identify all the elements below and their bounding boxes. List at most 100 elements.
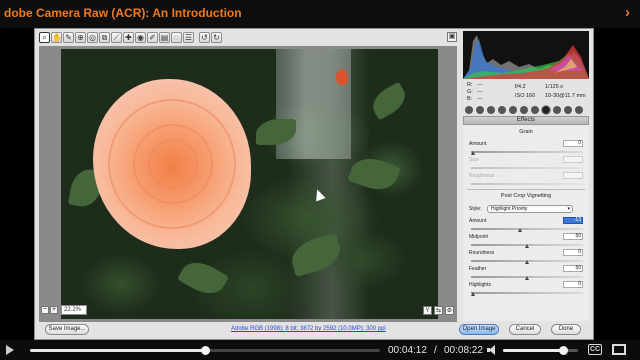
grain-amount-thumb[interactable] bbox=[471, 151, 475, 155]
cancel-button[interactable]: Cancel bbox=[509, 324, 541, 335]
swap-icon[interactable]: ⇆ bbox=[434, 306, 443, 315]
preview-area bbox=[39, 46, 457, 322]
target-adjust-icon[interactable]: ◎ bbox=[87, 32, 98, 43]
vignette-amount-slider[interactable] bbox=[471, 228, 583, 230]
adjustment-panel: R: --- G: --- B: --- f/4.2 1/125 s ISO 1… bbox=[460, 31, 592, 321]
preview-image[interactable] bbox=[61, 49, 438, 319]
open-image-button[interactable]: Open Image bbox=[459, 324, 499, 335]
rose-flower bbox=[93, 79, 251, 249]
white-balance-icon[interactable]: ✎ bbox=[63, 32, 74, 43]
vignette-style-value: Highlight Priority bbox=[491, 206, 528, 212]
tool-bar: ⌕ ✋ ✎ ⊕ ◎ ⧉ ⟋ ✚ ◉ ✐ ▤ ◌ ☰ ↺ ↻ bbox=[39, 31, 457, 45]
video-title: dobe Camera Raw (ACR): An Introduction bbox=[4, 6, 242, 20]
zoom-out-icon[interactable]: − bbox=[41, 306, 49, 314]
vignette-feather-field[interactable]: 50 bbox=[563, 265, 583, 272]
histogram-graph bbox=[463, 35, 589, 79]
video-progress-handle[interactable] bbox=[201, 346, 210, 355]
vignette-roundness-field[interactable]: 0 bbox=[563, 249, 583, 256]
r-value: --- bbox=[477, 82, 483, 88]
panel-tab-icon[interactable] bbox=[520, 106, 528, 114]
vignette-highlights-thumb[interactable] bbox=[471, 292, 475, 296]
vignette-roundness-thumb[interactable] bbox=[525, 260, 529, 264]
vignette-style-select[interactable]: Highlight Priority ▾ bbox=[487, 205, 573, 213]
grain-amount-label: Amount bbox=[469, 141, 487, 147]
color-sampler-icon[interactable]: ⊕ bbox=[75, 32, 86, 43]
panel-tab-icon[interactable] bbox=[564, 106, 572, 114]
leaf bbox=[367, 81, 411, 121]
video-title-bar: dobe Camera Raw (ACR): An Introduction › bbox=[0, 0, 640, 28]
save-image-button[interactable]: Save Image... bbox=[45, 324, 89, 335]
vignette-amount-thumb[interactable] bbox=[518, 228, 522, 232]
chevron-right-icon[interactable]: › bbox=[625, 4, 630, 21]
panel-tab-icon[interactable] bbox=[531, 106, 539, 114]
fullscreen-toggle-icon[interactable]: ▣ bbox=[447, 32, 457, 42]
grain-roughness-label: Roughness bbox=[469, 173, 495, 179]
leaf bbox=[176, 254, 230, 302]
leaf bbox=[287, 233, 345, 277]
dialog-footer: Save Image... Adobe RGB (1998); 8 bit; 3… bbox=[35, 321, 595, 341]
leaf bbox=[347, 152, 401, 196]
vignette-highlights-field[interactable]: 0 bbox=[563, 281, 583, 288]
done-button[interactable]: Done bbox=[551, 324, 581, 335]
settings-icon[interactable]: ⚙ bbox=[445, 306, 454, 315]
panel-tab-icon[interactable] bbox=[541, 105, 551, 115]
fullscreen-icon[interactable] bbox=[612, 344, 626, 355]
zoom-level-select[interactable]: 22.2% bbox=[61, 305, 87, 315]
zoom-icon[interactable]: ⌕ bbox=[39, 32, 50, 43]
before-after-icon[interactable]: Y bbox=[423, 306, 432, 315]
volume-handle[interactable] bbox=[559, 346, 568, 355]
play-icon[interactable] bbox=[6, 345, 14, 355]
grain-amount-field[interactable]: 0 bbox=[563, 140, 583, 147]
duration: 00:08:22 bbox=[444, 345, 483, 356]
focal-length-value: 10-30@11.7 mm bbox=[545, 93, 586, 99]
video-progress-bar[interactable] bbox=[30, 346, 380, 355]
vignette-midpoint-thumb[interactable] bbox=[525, 244, 529, 248]
hand-icon[interactable]: ✋ bbox=[51, 32, 62, 43]
video-controls: 00:04:12 / 00:08:22 CC bbox=[0, 340, 640, 360]
rose-bud bbox=[336, 69, 348, 85]
closed-captions-button[interactable]: CC bbox=[588, 344, 602, 355]
volume-icon[interactable] bbox=[487, 345, 496, 355]
shutter-value: 1/125 s bbox=[545, 84, 564, 90]
panel-tab-icon[interactable] bbox=[509, 106, 517, 114]
zoom-in-icon[interactable]: + bbox=[50, 306, 58, 314]
workflow-options-link[interactable]: Adobe RGB (1998); 8 bit; 3872 by 2592 (1… bbox=[231, 326, 386, 332]
panel-tab-icon[interactable] bbox=[476, 106, 484, 114]
preferences-icon[interactable]: ☰ bbox=[183, 32, 194, 43]
camera-info: R: --- G: --- B: --- f/4.2 1/125 s ISO 1… bbox=[463, 81, 589, 103]
panel-tab-icon[interactable] bbox=[498, 106, 506, 114]
volume-slider[interactable] bbox=[503, 346, 578, 355]
camera-raw-dialog: ⌕ ✋ ✎ ⊕ ◎ ⧉ ⟋ ✚ ◉ ✐ ▤ ◌ ☰ ↺ ↻ ▣ − + 22.2% Nikon 1 J1 :… bbox=[34, 28, 594, 340]
adjustment-brush-icon[interactable]: ✐ bbox=[147, 32, 158, 43]
radial-filter-icon[interactable]: ◌ bbox=[171, 32, 182, 43]
crop-icon[interactable]: ⧉ bbox=[99, 32, 110, 43]
section-divider bbox=[467, 189, 585, 190]
straighten-icon[interactable]: ⟋ bbox=[111, 32, 122, 43]
panel-tab-icon[interactable] bbox=[487, 106, 495, 114]
vignette-feather-thumb[interactable] bbox=[525, 276, 529, 280]
rotate-cw-icon[interactable]: ↻ bbox=[211, 32, 222, 43]
graduated-filter-icon[interactable]: ▤ bbox=[159, 32, 170, 43]
panel-tab-icon[interactable] bbox=[553, 106, 561, 114]
file-name: Nikon 1 J1 :: a_flower_04_begin.nef bbox=[211, 307, 307, 313]
iso-value: ISO 160 bbox=[515, 93, 536, 99]
grain-size-field bbox=[563, 156, 583, 163]
grain-size-slider bbox=[471, 167, 583, 169]
red-eye-icon[interactable]: ◉ bbox=[135, 32, 146, 43]
vignette-highlights-label: Highlights bbox=[469, 282, 491, 288]
vignette-amount-label: Amount bbox=[469, 218, 487, 224]
chevron-down-icon: ▾ bbox=[567, 206, 570, 212]
grain-amount-slider[interactable] bbox=[471, 151, 583, 153]
vignette-feather-label: Feather bbox=[469, 266, 487, 272]
panel-tab-icon[interactable] bbox=[575, 106, 583, 114]
aperture-value: f/4.2 bbox=[515, 84, 526, 90]
rotate-ccw-icon[interactable]: ↺ bbox=[199, 32, 210, 43]
vignette-midpoint-field[interactable]: 50 bbox=[563, 233, 583, 240]
vignette-amount-field[interactable]: -13 bbox=[563, 217, 583, 224]
grain-size-label: Size bbox=[469, 157, 479, 163]
spot-removal-icon[interactable]: ✚ bbox=[123, 32, 134, 43]
panel-tab-icon[interactable] bbox=[465, 106, 473, 114]
time-separator: / bbox=[434, 345, 437, 356]
b-value: --- bbox=[477, 96, 483, 102]
vignette-highlights-slider[interactable] bbox=[471, 292, 583, 294]
